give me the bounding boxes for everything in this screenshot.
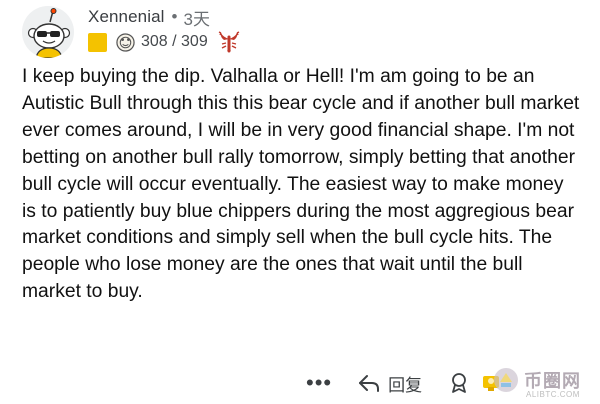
coin-icon (116, 32, 135, 52)
user-flair: 308 / 309 (88, 31, 241, 53)
comment-actions: ••• 回复 (300, 370, 502, 396)
avatar[interactable] (22, 6, 74, 58)
reply-label: 回复 (388, 375, 423, 395)
reply-button[interactable]: 回复 (358, 371, 422, 396)
comment-body: I keep buying the dip. Valhalla or Hell!… (22, 66, 580, 303)
flair-score: 308 / 309 (141, 33, 208, 50)
more-options-icon[interactable]: ••• (306, 372, 332, 394)
award-icon[interactable] (448, 372, 470, 394)
watermark: 币圈网 ALIBTC.COM (488, 362, 600, 404)
comment-header: Xennenial • 3天 (88, 6, 210, 29)
lobster-icon (217, 31, 241, 53)
username[interactable]: Xennenial (88, 7, 165, 27)
watermark-url: ALIBTC.COM (526, 390, 580, 399)
reply-icon (359, 375, 380, 392)
flair-color-swatch (88, 32, 107, 52)
separator-dot: • (171, 7, 178, 26)
timestamp: 3天 (183, 9, 210, 29)
watermark-logo-icon (492, 366, 520, 394)
